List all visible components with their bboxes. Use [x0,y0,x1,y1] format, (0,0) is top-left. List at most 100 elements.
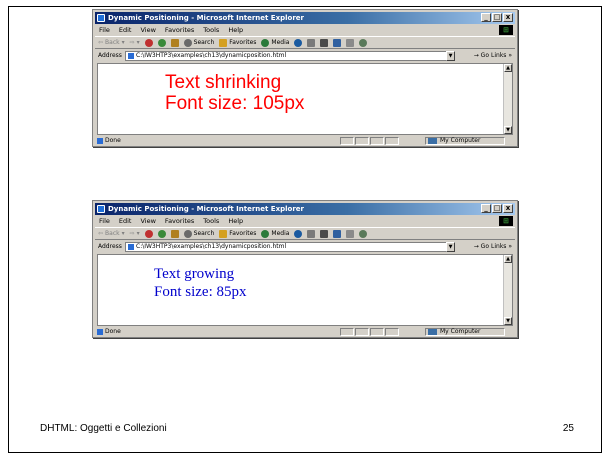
go-button[interactable]: → Go [474,50,489,62]
address-input[interactable]: C:\IW3HTP3\examples\ch13\dynamicposition… [125,242,455,252]
menu-edit[interactable]: Edit [119,25,132,35]
menu-help[interactable]: Help [228,25,243,35]
forward-button[interactable]: ⇨ ▾ [129,37,140,48]
menu-file[interactable]: File [99,25,110,35]
links-button[interactable]: Links » [491,241,512,253]
search-button[interactable]: Search [183,37,215,48]
maximize-button[interactable]: □ [492,204,502,213]
minimize-button[interactable]: _ [481,13,491,22]
scroll-up-button[interactable]: ▲ [504,255,512,263]
back-label: Back [105,38,120,46]
menu-view[interactable]: View [140,216,155,226]
status-pane [385,328,399,336]
go-button[interactable]: → Go [474,241,489,253]
address-label: Address [98,52,122,59]
window-title: Dynamic Positioning - Microsoft Internet… [108,205,304,213]
history-icon[interactable] [294,38,303,47]
security-zone: My Computer [425,137,505,145]
menu-bar: File Edit View Favorites Tools Help [95,216,515,226]
status-bar: Done My Computer [95,136,515,146]
links-label: Links [491,52,507,59]
address-input[interactable]: C:\IW3HTP3\examples\ch13\dynamicposition… [125,51,455,61]
refresh-icon[interactable] [157,229,166,238]
favorites-icon [219,38,228,47]
menu-view[interactable]: View [140,25,155,35]
media-icon [261,38,270,47]
discuss-icon[interactable] [346,38,355,47]
vertical-scrollbar[interactable]: ▲ ▼ [503,255,512,325]
maximize-button[interactable]: □ [492,13,502,22]
search-icon [183,229,192,238]
toolbar: ⇦ Back ▾ ⇨ ▾ Search Favorites Media [95,36,515,49]
status-text: Done [105,328,121,335]
page-done-icon [97,328,103,335]
status-pane [355,328,369,336]
browser-window-shrinking: Dynamic Positioning - Microsoft Internet… [92,9,518,147]
print-icon[interactable] [320,38,329,47]
favorites-button[interactable]: Favorites [219,228,256,239]
messenger-icon[interactable] [359,229,368,238]
home-icon[interactable] [170,38,179,47]
menu-help[interactable]: Help [228,216,243,226]
minimize-button[interactable]: _ [481,204,491,213]
history-icon[interactable] [294,229,303,238]
close-button[interactable]: x [503,13,513,22]
print-icon[interactable] [320,229,329,238]
menu-edit[interactable]: Edit [119,216,132,226]
edit-icon[interactable] [333,229,342,238]
status-panes [340,137,399,145]
back-arrow-icon: ⇦ [98,38,104,46]
refresh-icon[interactable] [157,38,166,47]
forward-arrow-icon: ⇨ [129,38,135,46]
search-label: Search [193,38,215,46]
vertical-scrollbar[interactable]: ▲ ▼ [503,64,512,134]
scroll-up-button[interactable]: ▲ [504,64,512,72]
menu-favorites[interactable]: Favorites [165,25,194,35]
scroll-down-button[interactable]: ▼ [504,317,512,325]
discuss-icon[interactable] [346,229,355,238]
favorites-button[interactable]: Favorites [219,37,257,48]
media-label: Media [271,229,290,237]
status-pane [340,328,354,336]
stop-icon[interactable] [144,229,153,238]
status-pane [370,137,384,145]
page-done-icon [97,137,103,144]
address-dropdown-button[interactable]: ▼ [446,51,455,61]
address-dropdown-button[interactable]: ▼ [446,242,455,252]
window-title: Dynamic Positioning - Microsoft Internet… [108,14,304,22]
menu-file[interactable]: File [99,216,110,226]
page-content: Text growing Font size: 85px ▲ ▼ [97,254,513,326]
font-size-label: Font size: 85px [154,284,247,300]
windows-logo-icon: ⊞ [499,25,513,35]
links-button[interactable]: Links » [491,50,512,62]
favorites-label: Favorites [229,38,257,46]
messenger-icon[interactable] [359,38,368,47]
back-button[interactable]: ⇦ Back ▾ [98,37,125,48]
my-computer-icon [428,329,437,335]
forward-button[interactable]: ⇨ ▾ [130,228,140,239]
home-icon[interactable] [170,229,179,238]
mail-icon[interactable] [307,38,316,47]
status-done: Done [97,327,121,337]
status-done: Done [97,136,121,146]
my-computer-icon [428,138,437,144]
windows-logo-icon: ⊞ [499,216,513,226]
media-button[interactable]: Media [261,37,289,48]
mail-icon[interactable] [307,229,316,238]
menu-tools[interactable]: Tools [203,216,219,226]
edit-icon[interactable] [333,38,342,47]
back-button[interactable]: ⇦ Back ▾ [98,228,125,239]
address-bar: Address C:\IW3HTP3\examples\ch13\dynamic… [95,241,515,253]
search-button[interactable]: Search [183,228,214,239]
media-button[interactable]: Media [261,228,290,239]
page-content: Text shrinking Font size: 105px ▲ ▼ [97,63,513,135]
browser-window-growing: Dynamic Positioning - Microsoft Internet… [92,200,518,338]
menu-tools[interactable]: Tools [203,25,219,35]
ie-title-icon [97,205,105,213]
menu-favorites[interactable]: Favorites [165,216,194,226]
close-button[interactable]: x [503,204,513,213]
address-label: Address [98,243,122,250]
stop-icon[interactable] [144,38,153,47]
window-controls: _ □ x [481,204,513,213]
scroll-down-button[interactable]: ▼ [504,126,512,134]
